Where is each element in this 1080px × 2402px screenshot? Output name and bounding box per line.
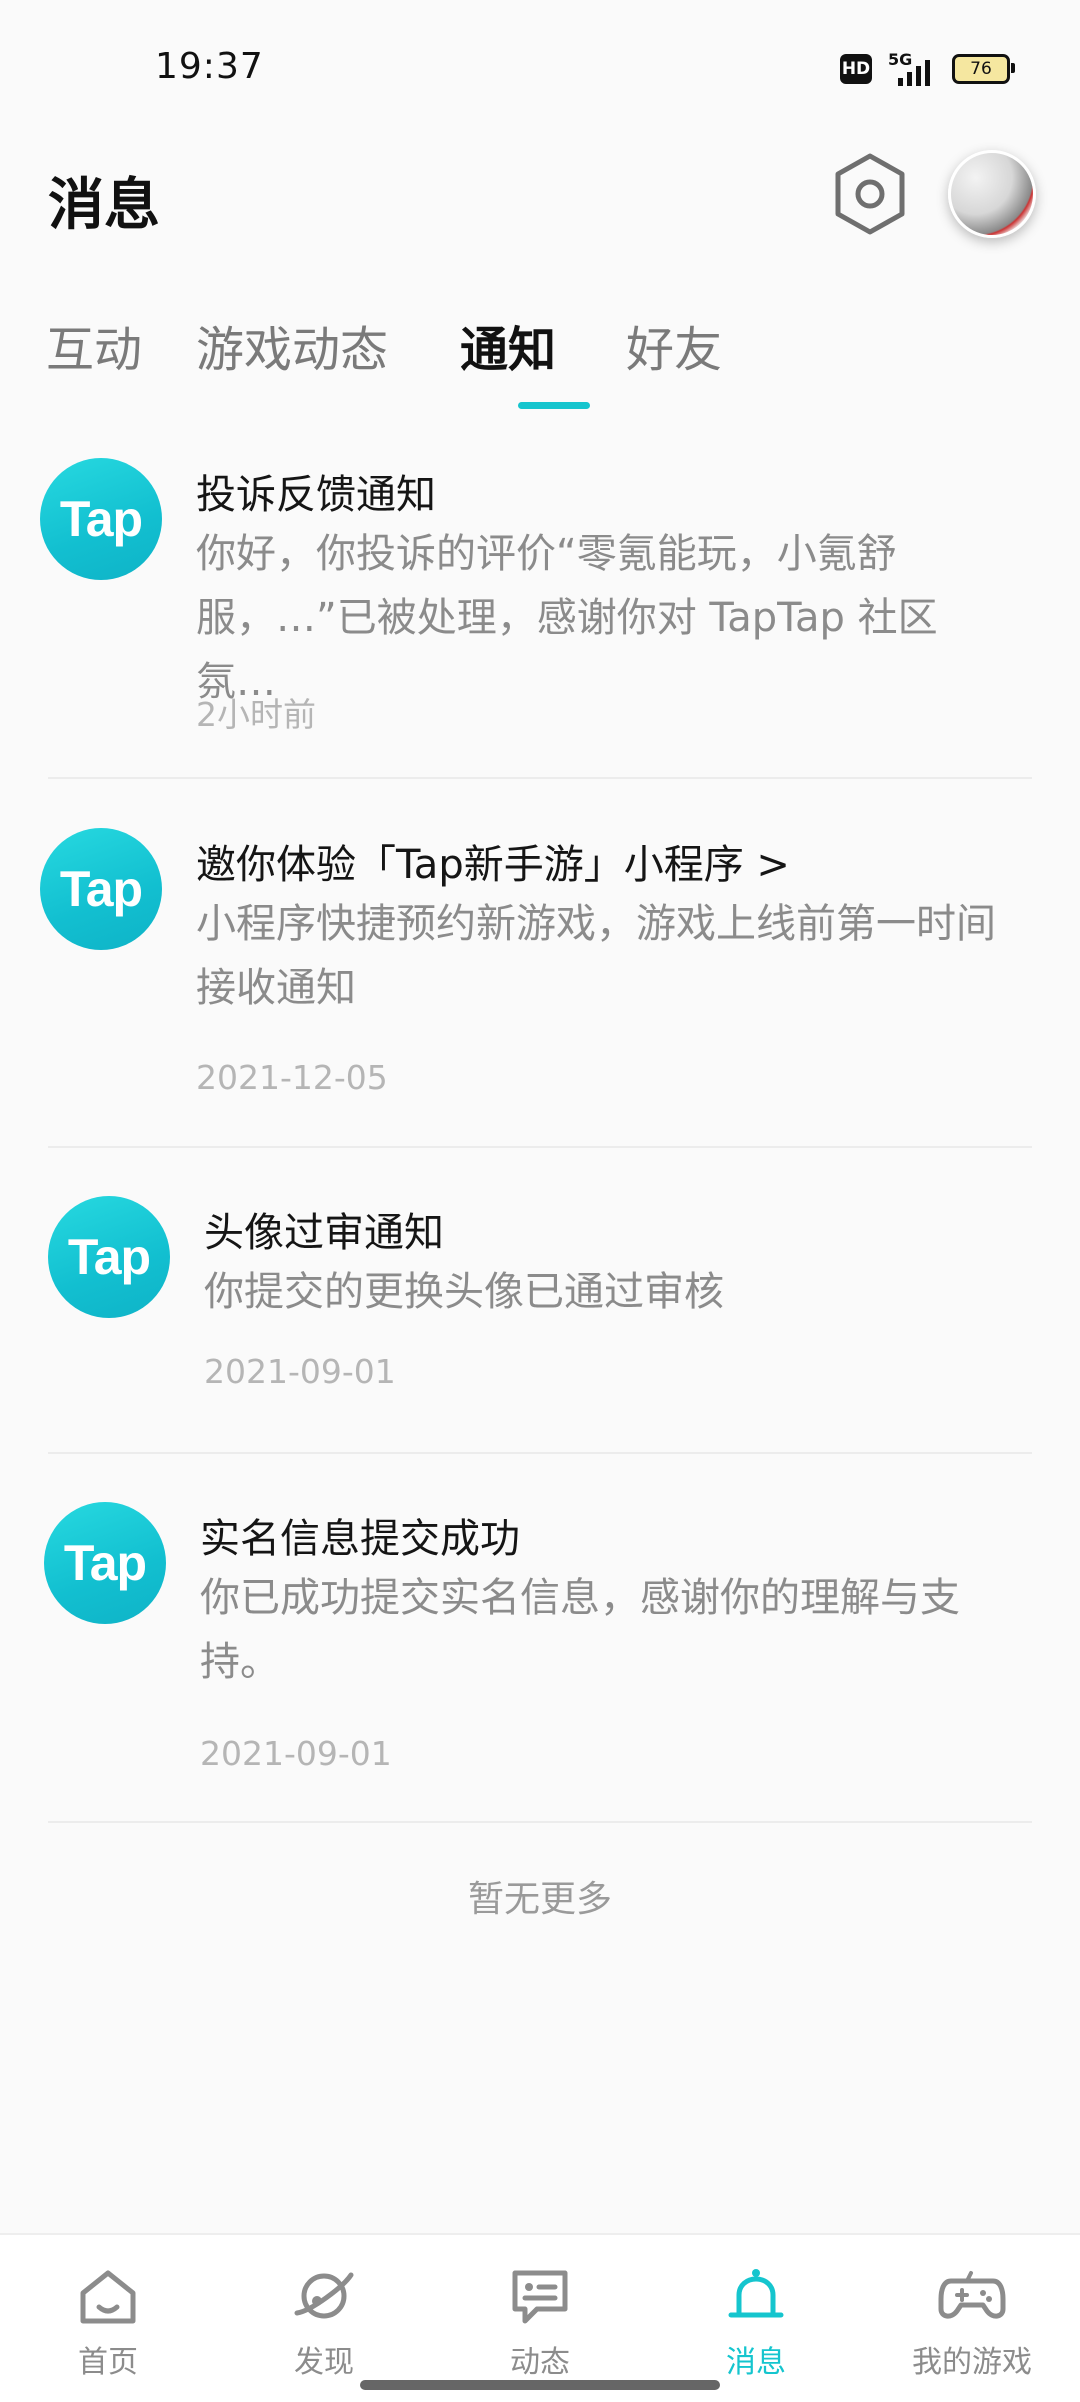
tab-friends[interactable]: 好友 [626,310,722,380]
status-bar: 19:37 HD 5G 76 [0,0,1080,130]
taptap-logo-icon: Tap [40,828,162,950]
notification-title: 邀你体验「Tap新手游」小程序 > [196,842,790,888]
bottom-nav: 首页 发现 动态 消息 我的游戏 [0,2233,1080,2402]
planet-icon [294,2272,354,2319]
notification-time: 2小时前 [196,695,316,734]
battery-level: 76 [970,59,992,79]
divider [48,777,1032,779]
notification-body: 你提交的更换头像已通过审核 [204,1269,724,1315]
page-title: 消息 [48,173,160,238]
settings-button[interactable] [830,150,910,238]
notification-item[interactable]: Tap 头像过审通知 你提交的更换头像已通过审核 2021-09-01 [0,1148,1080,1454]
tab-bar: 互动 游戏动态 通知 好友 [46,310,1046,420]
status-icons: HD 5G 76 [840,50,1015,86]
bell-icon [728,2269,784,2318]
taptap-logo-icon: Tap [40,458,162,580]
notification-item[interactable]: Tap 实名信息提交成功 你已成功提交实名信息，感谢你的理解与支持。 2021-… [0,1454,1080,1824]
notification-title: 实名信息提交成功 [200,1516,520,1562]
nav-my-games-label: 我的游戏 [912,2345,1032,2380]
nav-messages-label: 消息 [726,2345,786,2380]
divider [48,1821,1032,1823]
notification-time: 2021-09-01 [200,1734,392,1773]
nav-feed[interactable]: 动态 [470,2265,610,2381]
notification-body: 你已成功提交实名信息，感谢你的理解与支持。 [200,1575,960,1685]
nav-home-label: 首页 [78,2345,138,2380]
no-more-text: 暂无更多 [467,1879,612,1920]
hd-icon: HD [840,54,872,84]
settings-hexagon-icon [835,153,905,235]
nav-feed-label: 动态 [510,2345,570,2380]
home-icon [80,2270,136,2324]
nav-discover[interactable]: 发现 [254,2265,394,2381]
signal-icon: 5G [884,50,940,86]
nav-discover-label: 发现 [294,2345,354,2380]
notification-item[interactable]: Tap 投诉反馈通知 你好，你投诉的评价“零氪能玩，小氪舒服，…”已被处理，感谢… [0,440,1080,770]
avatar[interactable] [948,150,1036,238]
taptap-logo-icon: Tap [48,1196,170,1318]
nav-my-games[interactable]: 我的游戏 [902,2265,1042,2381]
chat-icon [512,2270,568,2324]
tab-notifications[interactable]: 通知 [460,310,556,380]
taptap-logo-icon: Tap [44,1502,166,1624]
nav-home[interactable]: 首页 [38,2265,178,2381]
notification-time: 2021-12-05 [196,1058,388,1097]
notification-body: 你好，你投诉的评价“零氪能玩，小氪舒服，…”已被处理，感谢你对 TapTap 社… [196,531,938,705]
status-time: 19:37 [155,46,264,87]
notification-title: 头像过审通知 [204,1210,444,1256]
tab-interaction[interactable]: 互动 [46,310,142,380]
battery-icon: 76 [952,54,1015,84]
notification-title: 投诉反馈通知 [196,472,436,518]
notification-time: 2021-09-01 [204,1352,396,1391]
home-indicator[interactable] [360,2380,720,2390]
nav-messages[interactable]: 消息 [686,2265,826,2381]
active-tab-indicator [518,402,590,409]
notification-item[interactable]: Tap 邀你体验「Tap新手游」小程序 > 小程序快捷预约新游戏，游戏上线前第一… [0,780,1080,1148]
gamepad-icon [938,2271,1006,2319]
notification-body: 小程序快捷预约新游戏，游戏上线前第一时间接收通知 [196,901,996,1011]
tab-game-updates[interactable]: 游戏动态 [196,310,388,380]
